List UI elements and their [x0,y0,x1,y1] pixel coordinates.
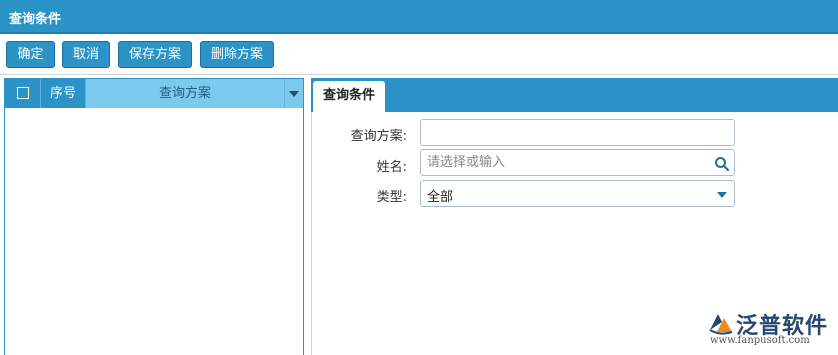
chevron-down-icon [289,91,299,97]
toolbar-divider [0,74,838,75]
query-conditions-dialog: 查询条件 确定 取消 保存方案 删除方案 序号 查询方案 查询条件 查询方案: … [0,0,838,355]
select-all-cell [5,79,41,108]
chevron-down-icon [717,192,727,198]
title-bar: 查询条件 [0,0,838,34]
cancel-button[interactable]: 取消 [62,41,110,68]
column-menu-button[interactable] [284,79,303,108]
confirm-button[interactable]: 确定 [6,41,55,68]
toolbar: 确定 取消 保存方案 删除方案 [0,36,838,74]
name-field-label: 姓名: [376,160,407,175]
column-header-plan[interactable]: 查询方案 [86,79,284,108]
dialog-title: 查询条件 [9,12,62,27]
grid-header: 序号 查询方案 [5,79,303,108]
tab-query-conditions[interactable]: 查询条件 [313,81,385,112]
logo-icon [709,314,733,335]
name-field[interactable] [420,149,735,176]
plan-name-field[interactable] [420,119,735,146]
fanpu-logo: 泛普软件 www.fanpusoft.com [708,308,833,348]
name-input[interactable] [421,150,701,175]
save-plan-button[interactable]: 保存方案 [118,41,192,68]
conditions-tab-bar: 查询条件 [311,78,838,112]
select-all-checkbox[interactable] [17,87,29,99]
type-field-label: 类型: [376,190,407,205]
type-select-value: 全部 [427,190,454,205]
search-icon[interactable] [714,156,730,172]
logo-url: www.fanpusoft.com [710,335,810,346]
plan-name-input[interactable] [421,120,701,145]
plan-list-grid: 序号 查询方案 [4,78,304,355]
type-select[interactable]: 全部 [420,180,735,207]
delete-plan-button[interactable]: 删除方案 [200,41,274,68]
column-header-seq[interactable]: 序号 [41,79,86,108]
plan-field-label: 查询方案: [350,129,407,144]
